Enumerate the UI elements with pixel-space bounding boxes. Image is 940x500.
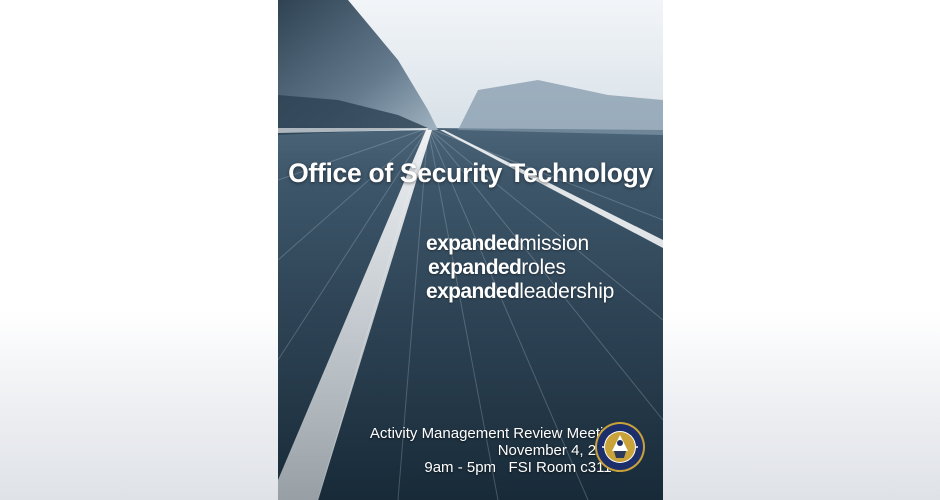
- tagline-light-word: roles: [521, 256, 566, 279]
- tagline-leadership: expandedleadership: [426, 280, 614, 304]
- tagline-light-word: leadership: [519, 280, 615, 303]
- taglines: expandedmission expandedroles expandedle…: [426, 232, 614, 304]
- tagline-bold-word: expanded: [428, 256, 522, 279]
- poster-title: Office of Security Technology: [288, 158, 653, 188]
- tagline-mission: expandedmission: [426, 232, 614, 256]
- tagline-bold-word: expanded: [426, 280, 520, 303]
- meeting-name: Activity Management Review Meeting: [369, 425, 620, 442]
- department-seal-icon: [595, 422, 645, 472]
- tagline-light-word: mission: [519, 232, 590, 255]
- meeting-info: Activity Management Review Meeting Novem…: [370, 425, 620, 476]
- tagline-roles: expandedroles: [426, 256, 614, 280]
- meeting-date: November 4, 2011: [497, 442, 620, 459]
- poster: Office of Security Technology expandedmi…: [278, 0, 663, 500]
- tagline-bold-word: expanded: [426, 232, 520, 255]
- meeting-time-location: 9am - 5pm FSI Room c3114: [424, 459, 620, 476]
